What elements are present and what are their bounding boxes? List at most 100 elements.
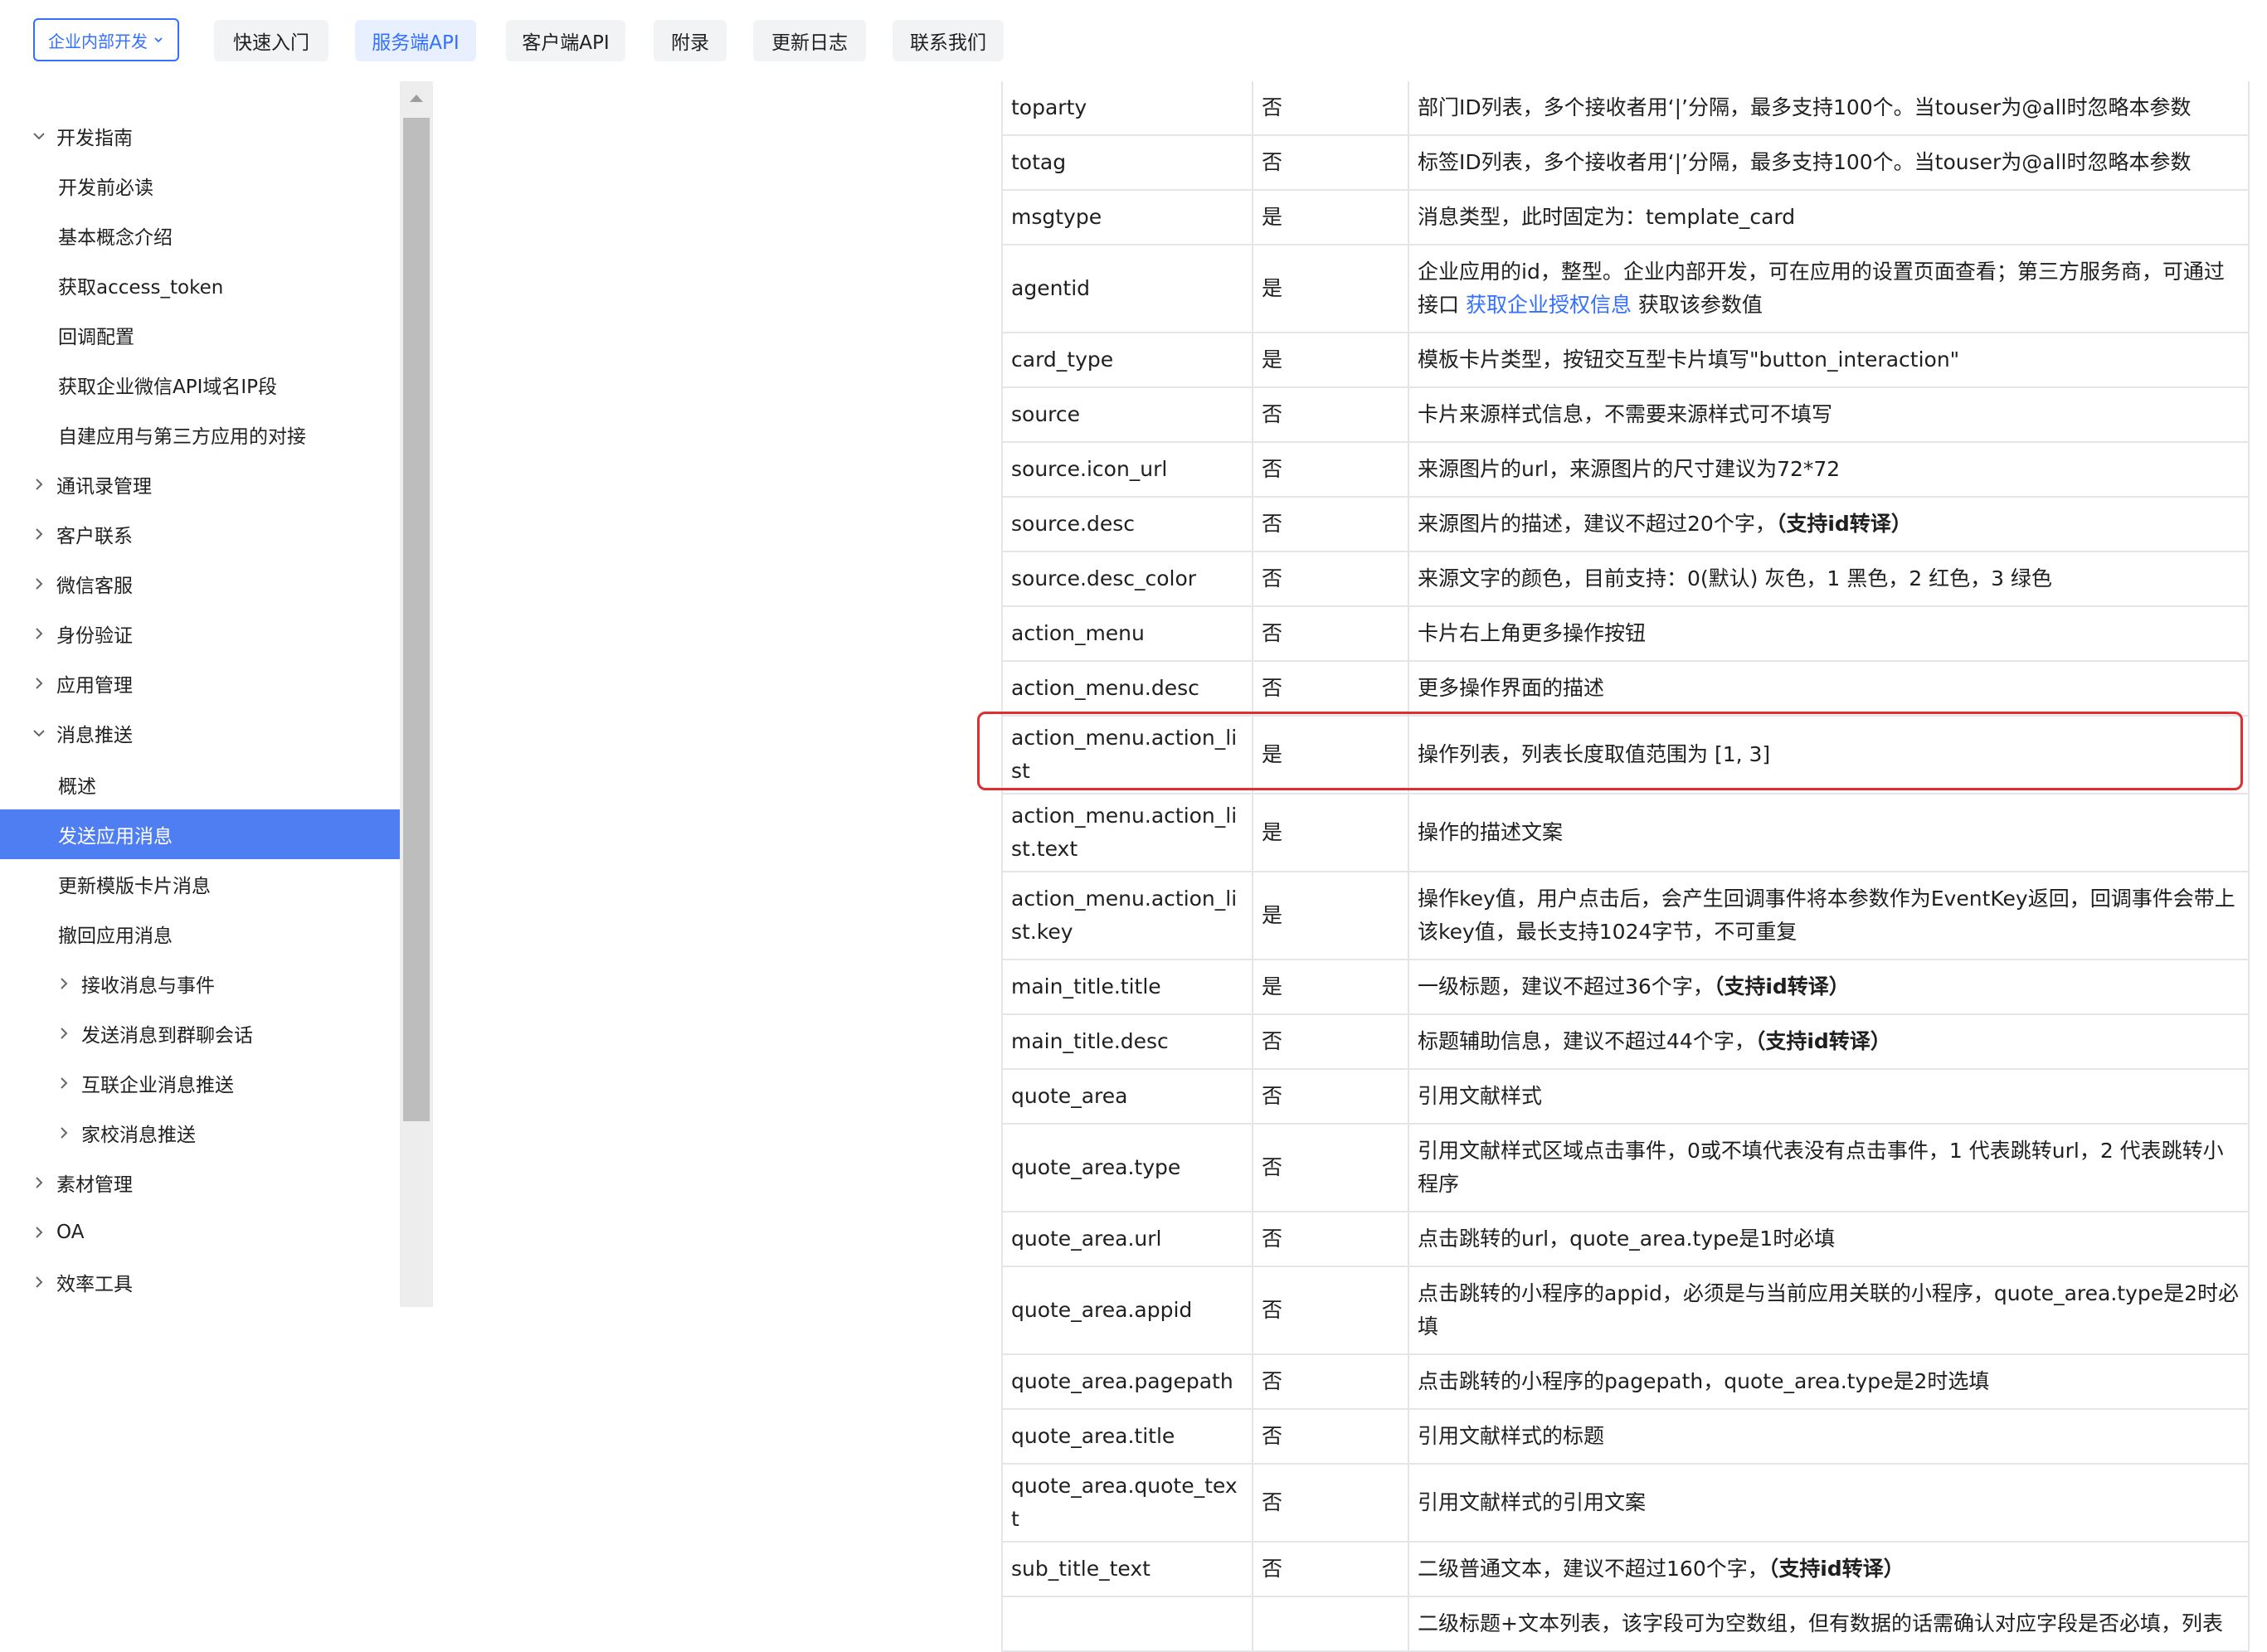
- chevron-right-icon[interactable]: [55, 1124, 73, 1142]
- required-cell: 否: [1253, 1465, 1409, 1541]
- description-cell: 引用文献样式的引用文案: [1409, 1476, 2248, 1529]
- description-cell: 模板卡片类型，按钮交互型卡片填写"button_interaction": [1409, 333, 2248, 386]
- param-name-cell: quote_area.appid: [1003, 1267, 1253, 1353]
- scroll-up-arrow-icon[interactable]: [400, 81, 433, 114]
- description-cell: 卡片来源样式信息，不需要来源样式可不填写: [1409, 388, 2248, 441]
- sidebar-item-label: 开发前必读: [58, 177, 153, 199]
- chevron-right-icon[interactable]: [30, 1173, 48, 1192]
- sidebar-item[interactable]: 家校消息推送: [0, 1108, 400, 1158]
- sidebar-item-label: 撤回应用消息: [58, 926, 173, 947]
- sidebar-scrollbar[interactable]: [400, 81, 433, 1307]
- app-type-dropdown[interactable]: 企业内部开发: [33, 18, 179, 61]
- param-name-cell: source.desc_color: [1003, 552, 1253, 605]
- sidebar-item[interactable]: 回调配置: [0, 310, 400, 360]
- required-cell: 否: [1253, 1543, 1409, 1596]
- chevron-right-icon[interactable]: [30, 475, 48, 493]
- description-cell: 部门ID列表，多个接收者用‘|’分隔，最多支持100个。当touser为@all…: [1409, 81, 2248, 134]
- table-row: msgtype 是消息类型，此时固定为：template_card: [1003, 191, 2248, 245]
- description-cell: 点击跳转的小程序的pagepath，quote_area.type是2时选填: [1409, 1355, 2248, 1408]
- description-cell: 标题辅助信息，建议不超过44个字，（支持id转译）: [1409, 1015, 2248, 1068]
- sidebar-item[interactable]: 开发前必读: [0, 161, 400, 211]
- description-cell: 卡片右上角更多操作按钮: [1409, 607, 2248, 660]
- sidebar-item[interactable]: 消息推送: [0, 708, 400, 758]
- chevron-down-icon[interactable]: [30, 127, 48, 145]
- sidebar-item[interactable]: 效率工具: [0, 1257, 400, 1307]
- param-name-cell: action_menu.action_list.text: [1003, 794, 1253, 871]
- scrollbar-thumb[interactable]: [403, 118, 430, 1121]
- chevron-right-icon[interactable]: [55, 974, 73, 993]
- sidebar-item[interactable]: 自建应用与第三方应用的对接: [0, 410, 400, 459]
- sidebar-item[interactable]: OA: [0, 1207, 400, 1257]
- id-translate-note: （支持id转译）: [1754, 1029, 1891, 1053]
- sidebar-item[interactable]: 更新模版卡片消息: [0, 859, 400, 909]
- id-translate-note: （支持id转译）: [1768, 1557, 1905, 1581]
- sidebar-item-label: 素材管理: [56, 1174, 133, 1196]
- tab-quickstart[interactable]: 快速入门: [214, 20, 328, 61]
- chevron-right-icon[interactable]: [30, 575, 48, 593]
- param-name-cell: sub_title_text: [1003, 1543, 1253, 1596]
- sidebar-item-label: 发送消息到群聊会话: [81, 1025, 253, 1047]
- sidebar-item-label: 家校消息推送: [81, 1125, 196, 1146]
- description-text: 引用文献样式的引用文案: [1418, 1490, 1647, 1514]
- sidebar-item[interactable]: 撤回应用消息: [0, 909, 400, 959]
- chevron-right-icon[interactable]: [30, 1273, 48, 1291]
- sidebar-item[interactable]: 概述: [0, 760, 400, 809]
- sidebar-item[interactable]: 获取企业微信API域名IP段: [0, 360, 400, 410]
- sidebar-item-label: 回调配置: [58, 327, 134, 348]
- sidebar-item-label: 互联企业消息推送: [81, 1075, 234, 1096]
- sidebar-item[interactable]: 发送消息到群聊会话: [0, 1008, 400, 1058]
- tab-server-api[interactable]: 服务端API: [355, 20, 476, 61]
- sidebar-item[interactable]: 素材管理: [0, 1158, 400, 1207]
- description-text: 操作列表，列表长度取值范围为 [1, 3]: [1418, 742, 1771, 766]
- description-cell: 一级标题，建议不超过36个字，（支持id转译）: [1409, 960, 2248, 1013]
- required-cell: 否: [1253, 81, 1409, 134]
- sidebar-item[interactable]: 互联企业消息推送: [0, 1058, 400, 1108]
- tab-client-api[interactable]: 客户端API: [506, 20, 625, 61]
- required-cell: 是: [1253, 191, 1409, 244]
- sidebar-item[interactable]: 身份验证: [0, 609, 400, 658]
- sidebar-item[interactable]: 微信客服: [0, 559, 400, 609]
- chevron-right-icon[interactable]: [30, 1223, 48, 1241]
- description-cell: 更多操作界面的描述: [1409, 662, 2248, 715]
- chevron-right-icon[interactable]: [55, 1024, 73, 1042]
- param-name-cell: toparty: [1003, 81, 1253, 134]
- sidebar-item-label: 开发指南: [56, 128, 133, 149]
- sidebar-item[interactable]: 基本概念介绍: [0, 211, 400, 260]
- id-translate-note: （支持id转译）: [1713, 974, 1850, 998]
- description-text: 点击跳转的url，quote_area.type是1时必填: [1418, 1227, 1836, 1251]
- chevron-right-icon[interactable]: [30, 525, 48, 543]
- description-cell: 引用文献样式的标题: [1409, 1410, 2248, 1463]
- param-name-cell: action_menu.action_list: [1003, 717, 1253, 793]
- sidebar-item[interactable]: 应用管理: [0, 658, 400, 708]
- chevron-right-icon[interactable]: [30, 674, 48, 692]
- sidebar-item[interactable]: 发送应用消息: [0, 809, 400, 859]
- param-name-cell: action_menu: [1003, 607, 1253, 660]
- required-cell: 否: [1253, 1212, 1409, 1266]
- tab-contact[interactable]: 联系我们: [893, 20, 1004, 61]
- tab-changelog[interactable]: 更新日志: [753, 20, 866, 61]
- auth-info-link[interactable]: 获取企业授权信息: [1466, 293, 1632, 317]
- sidebar-item-label: 基本概念介绍: [58, 227, 173, 249]
- tab-appendix[interactable]: 附录: [654, 20, 727, 61]
- required-cell: 是: [1253, 245, 1409, 332]
- sidebar-item[interactable]: 客户联系: [0, 509, 400, 559]
- param-name-cell: quote_area.title: [1003, 1410, 1253, 1463]
- description-text: 操作的描述文案: [1418, 820, 1564, 844]
- table-row: quote_area.pagepath 否点击跳转的小程序的pagepath，qu…: [1003, 1355, 2248, 1410]
- required-cell: 否: [1253, 136, 1409, 189]
- param-name-cell: source.desc: [1003, 498, 1253, 551]
- sidebar-item[interactable]: 接收消息与事件: [0, 959, 400, 1008]
- sidebar-item-label: 发送应用消息: [58, 826, 173, 848]
- description-cell: 消息类型，此时固定为：template_card: [1409, 191, 2248, 244]
- sidebar-item[interactable]: 通讯录管理: [0, 459, 400, 509]
- chevron-right-icon[interactable]: [55, 1074, 73, 1092]
- description-text: 二级普通文本，建议不超过160个字，: [1418, 1557, 1768, 1581]
- dropdown-label: 企业内部开发: [48, 31, 148, 51]
- chevron-down-icon[interactable]: [30, 724, 48, 742]
- sidebar-item[interactable]: 开发指南: [0, 111, 400, 161]
- chevron-right-icon[interactable]: [30, 624, 48, 643]
- sidebar-item[interactable]: 获取access_token: [0, 260, 400, 310]
- required-cell: 是: [1253, 333, 1409, 386]
- param-name-cell: msgtype: [1003, 191, 1253, 244]
- table-row: source.icon_url 否来源图片的url，来源图片的尺寸建议为72*72: [1003, 443, 2248, 498]
